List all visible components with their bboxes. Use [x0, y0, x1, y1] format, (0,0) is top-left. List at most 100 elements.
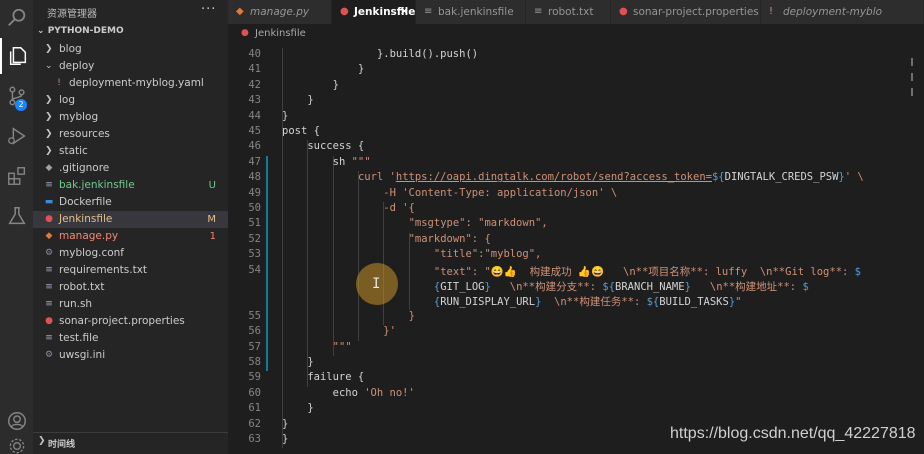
chevron-right-icon: ❯ [45, 95, 53, 105]
tree-item[interactable]: ❯ resources [33, 126, 228, 143]
editor-tab[interactable]: ● Jenkinsfile ✕ [332, 0, 416, 24]
overview-mark [911, 73, 917, 81]
tab-label: sonar-project.properties [633, 6, 759, 18]
code-token: }.build().push() [376, 48, 479, 60]
tree-item-label: myblog [59, 111, 99, 123]
tree-item-label: test.file [59, 332, 99, 344]
editor-tab[interactable]: ● sonar-project.properties [611, 0, 761, 24]
editor-tab[interactable]: ◆ manage.py [228, 0, 332, 24]
activity-bar: 2 [0, 0, 33, 454]
tab-file-icon: ● [340, 6, 349, 17]
indent-guide [357, 171, 359, 341]
tree-item-label: deployment-myblog.yaml [69, 77, 204, 89]
search-icon[interactable] [0, 0, 33, 36]
tree-item-label: .gitignore [59, 162, 110, 174]
sonar-file-icon: ● [45, 316, 53, 326]
code-token: BRANCH_NAME [615, 281, 685, 293]
tree-item[interactable]: ● Jenkinsfile M [33, 211, 228, 228]
chevron-down-icon: ⌄ [37, 26, 45, 36]
testing-icon[interactable] [0, 198, 33, 234]
code-token: curl ' [357, 171, 396, 184]
tree-item-label: run.sh [59, 298, 93, 310]
explorer-icon[interactable] [0, 38, 33, 74]
run-debug-icon[interactable] [0, 118, 33, 154]
tree-item-label: blog [59, 43, 82, 55]
code-token: success { [307, 140, 365, 153]
timeline-section[interactable]: ❯ 时间线 [33, 432, 228, 454]
workspace-section-header[interactable]: ⌄ PYTHON-DEMO [37, 26, 124, 36]
line-number: 44 [248, 109, 261, 122]
chevron-down-icon: ⌄ [45, 61, 53, 71]
tree-item[interactable]: ❯ myblog [33, 109, 228, 126]
code-token: } [332, 78, 339, 91]
tree-item-label: bak.jenkinsfile [59, 179, 135, 191]
code-token: """ [332, 340, 352, 353]
code-line: }.build().push() [377, 48, 478, 60]
tab-label: manage.py [250, 6, 310, 18]
code-token: ' \ [844, 171, 864, 184]
source-control-icon[interactable]: 2 [0, 78, 33, 114]
python-file-icon: ◆ [45, 231, 53, 241]
gear-file-icon: ⚙ [44, 350, 54, 360]
code-line: } [409, 310, 415, 322]
tree-item[interactable]: ⚙ myblog.conf [33, 245, 228, 262]
indent-guide [332, 155, 334, 356]
tree-item[interactable]: ● sonar-project.properties [33, 313, 228, 330]
tab-label: bak.jenkinsfile [438, 6, 514, 18]
code-line: success { [307, 140, 364, 152]
editor-tab[interactable]: ≡ robot.txt [526, 0, 611, 24]
tree-item-label: Dockerfile [59, 196, 112, 208]
tree-item[interactable]: ▬ Dockerfile [33, 194, 228, 211]
code-token: ${ [602, 281, 616, 293]
line-number: 63 [248, 433, 261, 445]
sidebar-title: 资源管理器 [47, 9, 97, 20]
tree-item[interactable]: ≡ requirements.txt [33, 262, 228, 279]
extensions-icon[interactable] [0, 158, 33, 194]
overview-mark [911, 88, 917, 96]
code-token: BUILD_TASKS [659, 296, 729, 309]
chevron-right-icon: ❯ [45, 112, 53, 122]
tree-item[interactable]: ⌄ deploy [33, 58, 228, 75]
breadcrumb[interactable]: ● Jenkinsfile [228, 24, 924, 43]
code-token: "text": "😄👍 构建成功 👍😄 \n**项目名称**: luffy \n… [433, 265, 855, 278]
editor-tab[interactable]: ≡ bak.jenkinsfile [416, 0, 526, 24]
tree-item[interactable]: ≡ run.sh [33, 296, 228, 313]
code-token: 'Oh no!' [364, 386, 415, 399]
yaml-file-icon: ! [57, 78, 61, 88]
line-number: 48 [248, 171, 261, 184]
code-line: "text": "😄👍 构建成功 👍😄 \n**项目名称**: luffy \n… [434, 264, 861, 279]
code-token: sh [332, 155, 352, 168]
editor-tab[interactable]: ! deployment-myblo [761, 0, 924, 24]
tree-item[interactable]: ! deployment-myblog.yaml [33, 75, 228, 92]
chevron-right-icon: ❯ [38, 436, 46, 446]
line-number: 52 [248, 232, 261, 245]
account-icon[interactable] [0, 403, 33, 439]
tree-item[interactable]: ◆ .gitignore [33, 160, 228, 177]
tree-item[interactable]: ❯ log [33, 92, 228, 109]
line-number: 61 [248, 402, 261, 415]
code-token: -d '{ [383, 202, 415, 214]
tree-item-label: sonar-project.properties [59, 315, 185, 327]
tree-item[interactable]: ≡ bak.jenkinsfile U [33, 177, 228, 194]
tree-item[interactable]: ≡ test.file [33, 330, 228, 347]
line-number: 55 [248, 309, 261, 322]
line-number: 54 [248, 263, 261, 276]
close-tab-icon[interactable]: ✕ [400, 0, 409, 24]
tree-item[interactable]: ⚙ uwsgi.ini [33, 347, 228, 364]
breadcrumb-file[interactable]: Jenkinsfile [255, 24, 306, 43]
tree-item[interactable]: ❯ static [33, 143, 228, 160]
tab-file-icon: ≡ [424, 6, 433, 17]
overview-mark [911, 58, 917, 66]
timeline-label: 时间线 [48, 440, 76, 450]
tree-item[interactable]: ❯ blog [33, 41, 228, 58]
code-token: $ [802, 281, 809, 293]
modified-lines-indicator[interactable] [266, 155, 268, 372]
settings-gear-icon[interactable] [0, 436, 33, 454]
code-line: echo 'Oh no!' [333, 387, 415, 399]
line-number: 57 [248, 340, 261, 353]
tree-item[interactable]: ◆ manage.py 1 [33, 228, 228, 245]
code-editor[interactable]: 40 41 42 43 44 45 46 47 48 49 50 51 52 53 54 55 56 57 58 59… [228, 43, 924, 454]
tree-item[interactable]: ≡ robot.txt [33, 279, 228, 296]
more-actions-icon[interactable]: ··· [201, 2, 216, 17]
code-line: failure { [307, 371, 364, 383]
